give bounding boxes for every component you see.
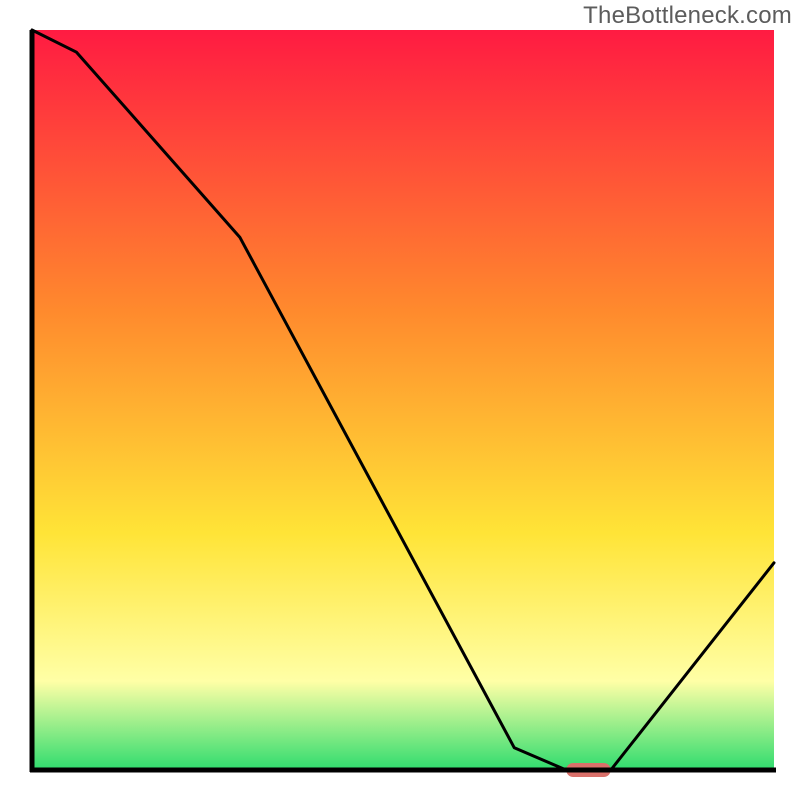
watermark-text: TheBottleneck.com [583,2,792,30]
gradient-background [32,30,774,770]
plot-area [32,30,774,777]
bottleneck-chart [0,0,800,800]
chart-container: TheBottleneck.com [0,0,800,800]
